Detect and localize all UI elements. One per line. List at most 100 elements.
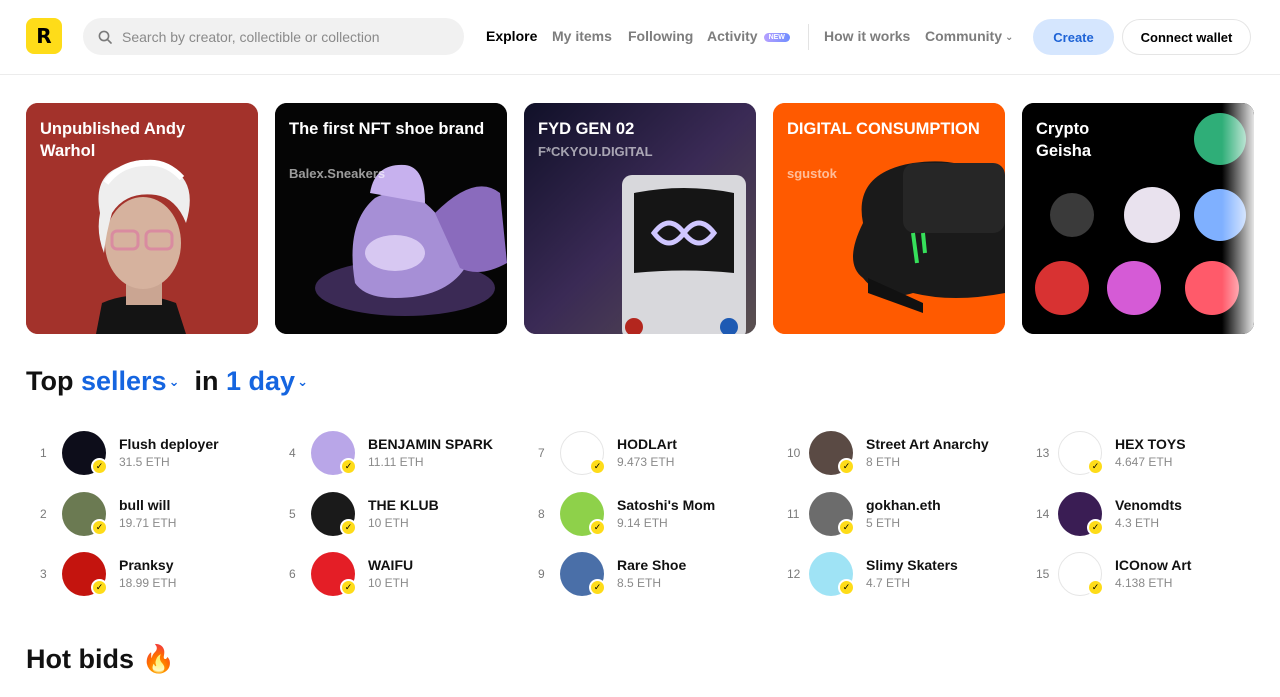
seller-rank: 14	[1036, 507, 1050, 521]
seller-rank: 6	[289, 567, 296, 581]
seller-amount: 18.99 ETH	[119, 576, 177, 590]
seller-name[interactable]: Slimy Skaters	[866, 557, 958, 573]
seller-rank: 4	[289, 446, 296, 460]
seller-name[interactable]: Venomdts	[1115, 497, 1182, 513]
search-input[interactable]	[122, 28, 442, 45]
seller-name[interactable]: Street Art Anarchy	[866, 436, 989, 452]
category-dropdown[interactable]: sellers ⌄	[81, 366, 179, 396]
connect-wallet-button[interactable]: Connect wallet	[1122, 19, 1251, 55]
hot-bids-heading: Hot bids 🔥	[26, 643, 175, 675]
verified-check-icon: ✓	[589, 579, 606, 596]
verified-check-icon: ✓	[340, 579, 357, 596]
seller-name[interactable]: WAIFU	[368, 557, 413, 573]
seller-name[interactable]: HODLArt	[617, 436, 677, 452]
top-sellers-heading: Top sellers ⌄ in 1 day ⌄	[26, 366, 308, 397]
seller-row[interactable]: 3 ✓ Pranksy 18.99 ETH	[40, 552, 270, 598]
nav-explore[interactable]: Explore	[486, 28, 537, 44]
seller-name[interactable]: gokhan.eth	[866, 497, 941, 513]
seller-row[interactable]: 6 ✓ WAIFU 10 ETH	[289, 552, 519, 598]
seller-amount: 4.647 ETH	[1115, 455, 1173, 469]
seller-rank: 3	[40, 567, 47, 581]
period-dropdown[interactable]: 1 day ⌄	[226, 366, 308, 396]
seller-amount: 8.5 ETH	[617, 576, 662, 590]
seller-row[interactable]: 10 ✓ Street Art Anarchy 8 ETH	[787, 431, 1017, 477]
featured-card-shoe[interactable]: The first NFT shoe brand Balex.Sneakers	[275, 103, 507, 334]
seller-row[interactable]: 11 ✓ gokhan.eth 5 ETH	[787, 492, 1017, 538]
seller-rank: 1	[40, 446, 47, 460]
card-title: Crypto Geisha	[1036, 120, 1092, 160]
nav-activity[interactable]: Activity NEW	[707, 28, 790, 44]
card-title: Unpublished Andy Warhol	[40, 120, 186, 160]
seller-amount: 10 ETH	[368, 576, 409, 590]
rarible-logo[interactable]: R	[26, 18, 62, 54]
seller-name[interactable]: HEX TOYS	[1115, 436, 1186, 452]
seller-amount: 19.71 ETH	[119, 516, 177, 530]
verified-check-icon: ✓	[91, 458, 108, 475]
verified-check-icon: ✓	[340, 519, 357, 536]
create-button[interactable]: Create	[1033, 19, 1114, 55]
seller-row[interactable]: 15 ✓ ICOnow Art 4.138 ETH	[1036, 552, 1266, 598]
verified-check-icon: ✓	[838, 579, 855, 596]
seller-row[interactable]: 2 ✓ bull will 19.71 ETH	[40, 492, 270, 538]
verified-check-icon: ✓	[91, 579, 108, 596]
logo-letter: R	[36, 24, 52, 48]
seller-row[interactable]: 1 ✓ Flush deployer 31.5 ETH	[40, 431, 270, 477]
seller-rank: 10	[787, 446, 801, 460]
featured-card-digital-consumption[interactable]: DIGITAL CONSUMPTION sgustok	[773, 103, 1005, 334]
seller-row[interactable]: 9 ✓ Rare Shoe 8.5 ETH	[538, 552, 768, 598]
seller-amount: 9.14 ETH	[617, 516, 668, 530]
seller-row[interactable]: 7 ✓ HODLArt 9.473 ETH	[538, 431, 768, 477]
nav-community[interactable]: Community ⌄	[925, 28, 1013, 44]
seller-row[interactable]: 12 ✓ Slimy Skaters 4.7 ETH	[787, 552, 1017, 598]
seller-name[interactable]: Rare Shoe	[617, 557, 686, 573]
seller-name[interactable]: THE KLUB	[368, 497, 439, 513]
seller-row[interactable]: 5 ✓ THE KLUB 10 ETH	[289, 492, 519, 538]
featured-card-crypto-geisha[interactable]: Crypto Geisha	[1022, 103, 1254, 334]
seller-amount: 4.3 ETH	[1115, 516, 1160, 530]
seller-amount: 11.11 ETH	[368, 455, 424, 469]
seller-amount: 5 ETH	[866, 516, 901, 530]
fire-icon: 🔥	[141, 644, 176, 674]
seller-name[interactable]: Satoshi's Mom	[617, 497, 715, 513]
seller-name[interactable]: bull will	[119, 497, 170, 513]
seller-rank: 2	[40, 507, 47, 521]
seller-name[interactable]: ICOnow Art	[1115, 557, 1191, 573]
card-subtitle: Balex.Sneakers	[289, 166, 386, 181]
seller-amount: 4.138 ETH	[1115, 576, 1173, 590]
nav-divider	[808, 24, 809, 50]
search-icon	[98, 30, 112, 44]
seller-rank: 8	[538, 507, 545, 521]
seller-row[interactable]: 8 ✓ Satoshi's Mom 9.14 ETH	[538, 492, 768, 538]
nav-community-label: Community	[925, 28, 1002, 44]
search-bar[interactable]	[83, 18, 464, 55]
seller-amount: 31.5 ETH	[119, 455, 170, 469]
nav-activity-label: Activity	[707, 28, 758, 44]
heading-middle: in	[194, 366, 219, 396]
chevron-down-icon: ⌄	[297, 374, 308, 389]
featured-card-warhol[interactable]: Unpublished Andy Warhol	[26, 103, 258, 334]
seller-row[interactable]: 4 ✓ BENJAMIN SPARK 11.11 ETH	[289, 431, 519, 477]
hot-bids-title: Hot bids	[26, 644, 134, 674]
seller-row[interactable]: 14 ✓ Venomdts 4.3 ETH	[1036, 492, 1266, 538]
new-badge: NEW	[763, 33, 790, 42]
seller-rank: 7	[538, 446, 545, 460]
seller-name[interactable]: Flush deployer	[119, 436, 219, 452]
seller-rank: 13	[1036, 446, 1050, 460]
featured-card-fyd[interactable]: FYD GEN 02 F*CKYOU.DIGITAL	[524, 103, 756, 334]
heading-prefix: Top	[26, 366, 74, 396]
period-label: 1 day	[226, 366, 296, 396]
chevron-down-icon: ⌄	[168, 374, 180, 389]
seller-row[interactable]: 13 ✓ HEX TOYS 4.647 ETH	[1036, 431, 1266, 477]
verified-check-icon: ✓	[1087, 579, 1104, 596]
nav-my-items[interactable]: My items	[552, 28, 612, 44]
verified-check-icon: ✓	[838, 519, 855, 536]
nav-following[interactable]: Following	[628, 28, 693, 44]
seller-name[interactable]: BENJAMIN SPARK	[368, 436, 493, 452]
seller-amount: 9.473 ETH	[617, 455, 675, 469]
seller-name[interactable]: Pranksy	[119, 557, 173, 573]
verified-check-icon: ✓	[1087, 519, 1104, 536]
seller-rank: 12	[787, 567, 801, 581]
chevron-down-icon: ⌄	[1005, 32, 1014, 43]
seller-rank: 5	[289, 507, 296, 521]
nav-how-it-works[interactable]: How it works	[824, 28, 910, 44]
